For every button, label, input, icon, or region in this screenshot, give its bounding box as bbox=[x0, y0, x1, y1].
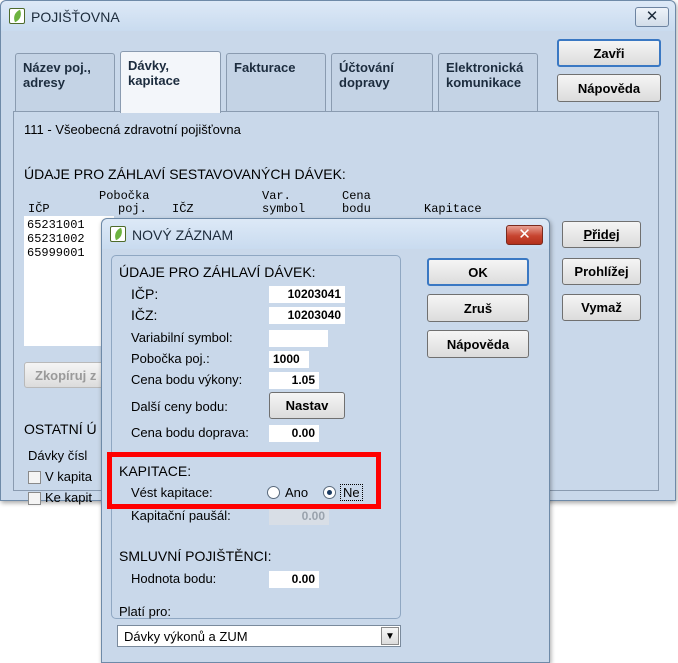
app-leaf-icon bbox=[110, 226, 126, 242]
point-value-label: Hodnota bodu: bbox=[131, 571, 217, 586]
radio-no-label: Ne bbox=[340, 484, 363, 501]
branch-label: Pobočka poj.: bbox=[131, 351, 210, 366]
price-field[interactable]: 1.05 bbox=[269, 372, 319, 389]
section-header: ÚDAJE PRO ZÁHLAVÍ DÁVEK: bbox=[119, 264, 316, 280]
radio-yes[interactable] bbox=[267, 486, 280, 499]
insurer-name: 111 - Všeobecná zdravotní pojišťovna bbox=[24, 122, 241, 137]
batch-header-title: ÚDAJE PRO ZÁHLAVÍ SESTAVOVANÝCH DÁVEK: bbox=[24, 166, 346, 182]
help-button[interactable]: Nápověda bbox=[557, 74, 661, 102]
capitation-fee-field: 0.00 bbox=[269, 508, 329, 525]
icz-field[interactable]: 10203040 bbox=[269, 307, 345, 324]
col-icz: IČZ bbox=[172, 202, 194, 216]
col-icp: IČP bbox=[28, 202, 50, 216]
icp-label: IČP: bbox=[131, 286, 159, 302]
capitation-checkbox-1[interactable] bbox=[28, 471, 41, 484]
capitation-checkbox-2-label: Ke kapit bbox=[45, 490, 92, 505]
capitation-checkbox-2[interactable] bbox=[28, 492, 41, 505]
tab-batches-capitation[interactable]: Dávky, kapitace bbox=[120, 51, 221, 113]
list-item[interactable]: 65231001 bbox=[27, 218, 85, 232]
col-branch: Pobočka bbox=[99, 189, 150, 203]
tab-transport-accounting[interactable]: Účtování dopravy bbox=[331, 53, 433, 111]
set-prices-button[interactable]: Nastav bbox=[269, 392, 345, 419]
add-button[interactable]: Přidej bbox=[562, 221, 641, 248]
app-leaf-icon bbox=[9, 8, 25, 24]
close-icon[interactable]: ✕ bbox=[635, 7, 669, 27]
list-item[interactable]: 65999001 bbox=[27, 246, 85, 260]
close-icon[interactable]: ✕ bbox=[506, 225, 543, 245]
delete-button[interactable]: Vymaž bbox=[562, 294, 641, 321]
other-data-title: OSTATNÍ Ú bbox=[24, 421, 97, 437]
col-capitation: Kapitace bbox=[424, 202, 482, 216]
dialog-titlebar: NOVÝ ZÁZNAM ✕ bbox=[102, 219, 549, 249]
col-price-2: bodu bbox=[342, 202, 371, 216]
browse-button[interactable]: Prohlížej bbox=[562, 258, 641, 285]
ok-button[interactable]: OK bbox=[427, 258, 529, 286]
var-symbol-field[interactable] bbox=[269, 330, 328, 347]
capitation-header: KAPITACE: bbox=[119, 463, 192, 479]
contract-header: SMLUVNÍ POJIŠTĚNCI: bbox=[119, 548, 272, 564]
radio-no[interactable] bbox=[323, 486, 336, 499]
new-record-dialog: NOVÝ ZÁZNAM ✕ ÚDAJE PRO ZÁHLAVÍ DÁVEK: I… bbox=[101, 218, 550, 663]
valid-for-select[interactable]: Dávky výkonů a ZUM ▼ bbox=[117, 625, 401, 647]
list-item[interactable]: 65231002 bbox=[27, 232, 85, 246]
tab-electronic-communication[interactable]: Elektronická komunikace bbox=[438, 53, 538, 111]
batch-numbers-label: Dávky čísl bbox=[28, 448, 88, 463]
icp-field[interactable]: 10203041 bbox=[269, 286, 345, 303]
close-button[interactable]: Zavři bbox=[557, 39, 661, 67]
help-button[interactable]: Nápověda bbox=[427, 330, 529, 358]
icz-label: IČZ: bbox=[131, 307, 158, 323]
valid-for-label: Platí pro: bbox=[119, 604, 172, 619]
tab-name-address[interactable]: Název poj., adresy bbox=[15, 53, 115, 111]
transport-price-field[interactable]: 0.00 bbox=[269, 425, 319, 442]
price-label: Cena bodu výkony: bbox=[131, 372, 243, 387]
chevron-down-icon[interactable]: ▼ bbox=[381, 627, 399, 645]
col-var: Var. bbox=[262, 189, 291, 203]
col-branch-2: poj. bbox=[118, 202, 147, 216]
main-titlebar: POJIŠŤOVNA ✕ bbox=[1, 1, 675, 31]
point-value-field[interactable]: 0.00 bbox=[269, 571, 319, 588]
cancel-button[interactable]: Zruš bbox=[427, 294, 529, 322]
var-symbol-label: Variabilní symbol: bbox=[131, 330, 233, 345]
radio-yes-label: Ano bbox=[285, 485, 309, 500]
valid-for-value: Dávky výkonů a ZUM bbox=[124, 629, 248, 644]
col-var-2: symbol bbox=[262, 202, 306, 216]
dialog-client: ÚDAJE PRO ZÁHLAVÍ DÁVEK: IČP: 10203041 I… bbox=[109, 249, 542, 662]
col-price: Cena bbox=[342, 189, 371, 203]
other-prices-label: Další ceny bodu: bbox=[131, 399, 228, 414]
dialog-title: NOVÝ ZÁZNAM bbox=[132, 227, 234, 243]
transport-price-label: Cena bodu doprava: bbox=[131, 425, 249, 440]
branch-field[interactable]: 1000 bbox=[269, 351, 309, 368]
main-window-title: POJIŠŤOVNA bbox=[31, 9, 120, 25]
capitation-checkbox-1-label: V kapita bbox=[45, 469, 92, 484]
capitation-fee-label: Kapitační paušál: bbox=[131, 508, 231, 523]
tab-billing[interactable]: Fakturace bbox=[226, 53, 326, 111]
keep-capitation-label: Vést kapitace: bbox=[131, 485, 213, 500]
